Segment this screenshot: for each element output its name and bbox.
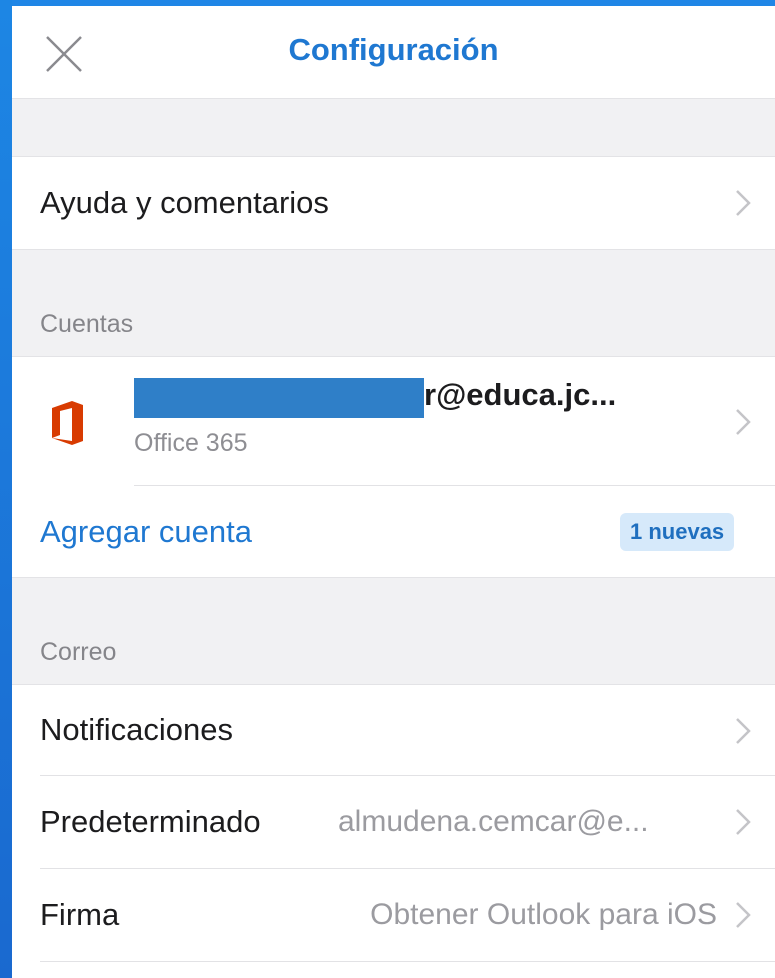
settings-screen: Configuración Ayuda y comentarios Cuenta… <box>12 6 775 978</box>
add-account-row[interactable]: Agregar cuenta 1 nuevas <box>12 486 775 577</box>
default-account-value: almudena.cemcar@e... <box>338 805 649 838</box>
help-feedback-row[interactable]: Ayuda y comentarios <box>12 156 775 250</box>
account-type: Office 365 <box>134 429 248 457</box>
default-account-row[interactable]: Predeterminado almudena.cemcar@e... <box>12 776 775 868</box>
signature-row[interactable]: Firma Obtener Outlook para iOS <box>12 869 775 961</box>
office-logo-icon <box>52 401 83 445</box>
notifications-row[interactable]: Notificaciones <box>12 685 775 775</box>
account-email: r@educa.jc... <box>424 377 617 412</box>
chevron-right-icon <box>736 190 751 216</box>
new-accounts-badge: 1 nuevas <box>620 513 735 551</box>
chevron-right-icon <box>736 718 751 744</box>
frame-left-border <box>0 0 12 978</box>
chevron-right-icon <box>736 902 751 928</box>
page-title: Configuración <box>288 32 499 67</box>
accounts-section-header: Cuentas <box>40 310 134 338</box>
accounts-group: r@educa.jc... Office 365 Agregar cuenta … <box>12 356 775 578</box>
add-account-label: Agregar cuenta <box>40 514 252 549</box>
mail-section-header: Correo <box>40 638 117 666</box>
navigation-bar: Configuración <box>12 6 775 99</box>
divider <box>40 961 775 962</box>
account-row[interactable]: r@educa.jc... Office 365 <box>12 357 775 485</box>
notifications-label: Notificaciones <box>40 712 233 747</box>
default-account-label: Predeterminado <box>40 804 261 839</box>
mail-group: Notificaciones Predeterminado almudena.c… <box>12 684 775 978</box>
help-feedback-label: Ayuda y comentarios <box>40 185 329 220</box>
signature-label: Firma <box>40 897 120 932</box>
chevron-right-icon <box>736 809 751 835</box>
redacted-email-block <box>134 378 424 418</box>
chevron-right-icon <box>736 409 751 435</box>
signature-value: Obtener Outlook para iOS <box>370 898 717 931</box>
